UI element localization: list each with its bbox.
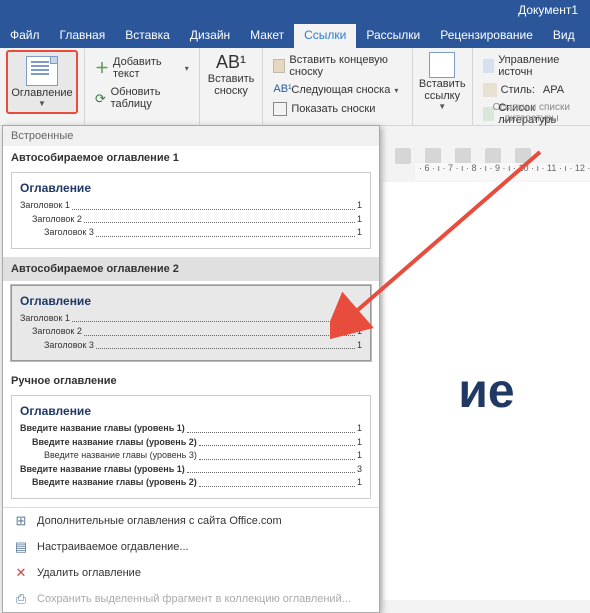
group-footnote: AB¹ Вставить сноску	[200, 48, 264, 125]
horizontal-ruler: · 6 · ı · 7 · ı · 8 · ı · 9 · ı · 10 · ı…	[415, 163, 590, 181]
dropdown-footer: ⊞ Дополнительные оглавления с сайта Offi…	[3, 507, 379, 612]
tab-references[interactable]: Ссылки	[294, 24, 356, 48]
toc-button[interactable]: Оглавление ▼	[6, 50, 78, 114]
remove-toc[interactable]: ✕ Удалить оглавление	[3, 560, 379, 586]
update-table-button[interactable]: ⟳ Обновить таблицу	[91, 84, 193, 112]
toc-icon	[26, 56, 58, 86]
tab-review[interactable]: Рецензирование	[430, 24, 543, 48]
tab-insert[interactable]: Вставка	[115, 24, 180, 48]
group-toc: Оглавление ▼	[0, 48, 85, 125]
manual-toc-title: Ручное оглавление	[3, 369, 379, 391]
next-footnote-button[interactable]: AB¹ Следующая сноска ▾	[269, 81, 406, 99]
style-icon	[483, 83, 497, 97]
style-selector[interactable]: Стиль: APA	[479, 81, 584, 99]
toc-dropdown-panel: Встроенные Автособираемое оглавление 1 О…	[2, 125, 380, 613]
document-title: Документ1	[518, 3, 578, 17]
tab-mailings[interactable]: Рассылки	[356, 24, 430, 48]
tab-home[interactable]: Главная	[50, 24, 116, 48]
insert-citation-button[interactable]: Вставить ссылку	[419, 78, 466, 102]
toc-preview-heading: Оглавление	[20, 181, 362, 195]
insert-footnote-button[interactable]: Вставить сноску	[208, 73, 255, 97]
style-value: APA	[543, 84, 564, 96]
tab-file[interactable]: Файл	[0, 24, 50, 48]
document-partial-heading: ие	[458, 364, 514, 419]
tab-design[interactable]: Дизайн	[180, 24, 240, 48]
insert-endnote-button[interactable]: Вставить концевую сноску	[269, 52, 406, 80]
tab-view[interactable]: Вид	[543, 24, 585, 48]
chevron-down-icon: ▾	[185, 64, 189, 73]
manage-sources-button[interactable]: Управление источн	[479, 52, 584, 80]
group-footnote-actions: Вставить концевую сноску AB¹ Следующая с…	[263, 48, 413, 125]
add-text-button[interactable]: ＋ Добавить текст ▾	[91, 54, 193, 82]
footnote-icon: AB¹	[216, 52, 246, 73]
group-citation: Вставить ссылку ▼	[413, 48, 473, 125]
more-toc-online[interactable]: ⊞ Дополнительные оглавления с сайта Offi…	[3, 508, 379, 534]
toc-label: Оглавление	[11, 88, 72, 99]
next-footnote-icon: AB¹	[273, 83, 287, 97]
group-toc-actions: ＋ Добавить текст ▾ ⟳ Обновить таблицу	[85, 48, 200, 125]
toc-preview-heading: Оглавление	[20, 404, 362, 418]
toc-preview-heading: Оглавление	[20, 294, 362, 308]
document-area[interactable]: ие	[383, 182, 590, 600]
show-notes-button[interactable]: Показать сноски	[269, 100, 406, 118]
refresh-icon: ⟳	[95, 91, 107, 105]
auto-toc-1-title: Автособираемое оглавление 1	[3, 146, 379, 168]
dropdown-header-builtin: Встроенные	[3, 126, 379, 146]
citation-icon	[429, 52, 455, 78]
save-icon: ⎙	[13, 591, 29, 607]
chevron-down-icon: ▼	[38, 99, 46, 108]
chevron-down-icon: ▾	[394, 86, 398, 95]
qa-icon[interactable]	[395, 148, 411, 164]
show-notes-icon	[273, 102, 287, 116]
auto-toc-2-preview[interactable]: Оглавление Заголовок 11 Заголовок 21 Заг…	[11, 285, 371, 362]
plus-icon: ＋	[95, 61, 109, 75]
auto-toc-1-preview[interactable]: Оглавление Заголовок 11 Заголовок 21 Заг…	[11, 172, 371, 249]
chevron-down-icon: ▼	[438, 102, 446, 111]
globe-icon: ⊞	[13, 513, 29, 529]
group-bibliography: Управление источн Стиль: APA Список лите…	[473, 48, 590, 125]
qa-icon[interactable]	[515, 148, 531, 164]
title-bar: Документ1	[0, 0, 590, 24]
custom-toc-icon: ▤	[13, 539, 29, 555]
ribbon-tabs: Файл Главная Вставка Дизайн Макет Ссылки…	[0, 24, 590, 48]
qa-icon[interactable]	[485, 148, 501, 164]
manual-toc-preview[interactable]: Оглавление Введите название главы (урове…	[11, 395, 371, 499]
group-label-citations: Ссылки и списки литературы	[473, 102, 590, 124]
remove-icon: ✕	[13, 565, 29, 581]
save-toc-selection: ⎙ Сохранить выделенный фрагмент в коллек…	[3, 586, 379, 612]
qa-icon[interactable]	[425, 148, 441, 164]
quick-access-icons	[395, 148, 531, 164]
tab-layout[interactable]: Макет	[240, 24, 294, 48]
endnote-icon	[273, 59, 285, 73]
manage-sources-icon	[483, 59, 495, 73]
custom-toc[interactable]: ▤ Настраиваемое огдавление...	[3, 534, 379, 560]
qa-icon[interactable]	[455, 148, 471, 164]
auto-toc-2-title: Автособираемое оглавление 2	[3, 257, 379, 281]
ribbon: Оглавление ▼ ＋ Добавить текст ▾ ⟳ Обнови…	[0, 48, 590, 126]
